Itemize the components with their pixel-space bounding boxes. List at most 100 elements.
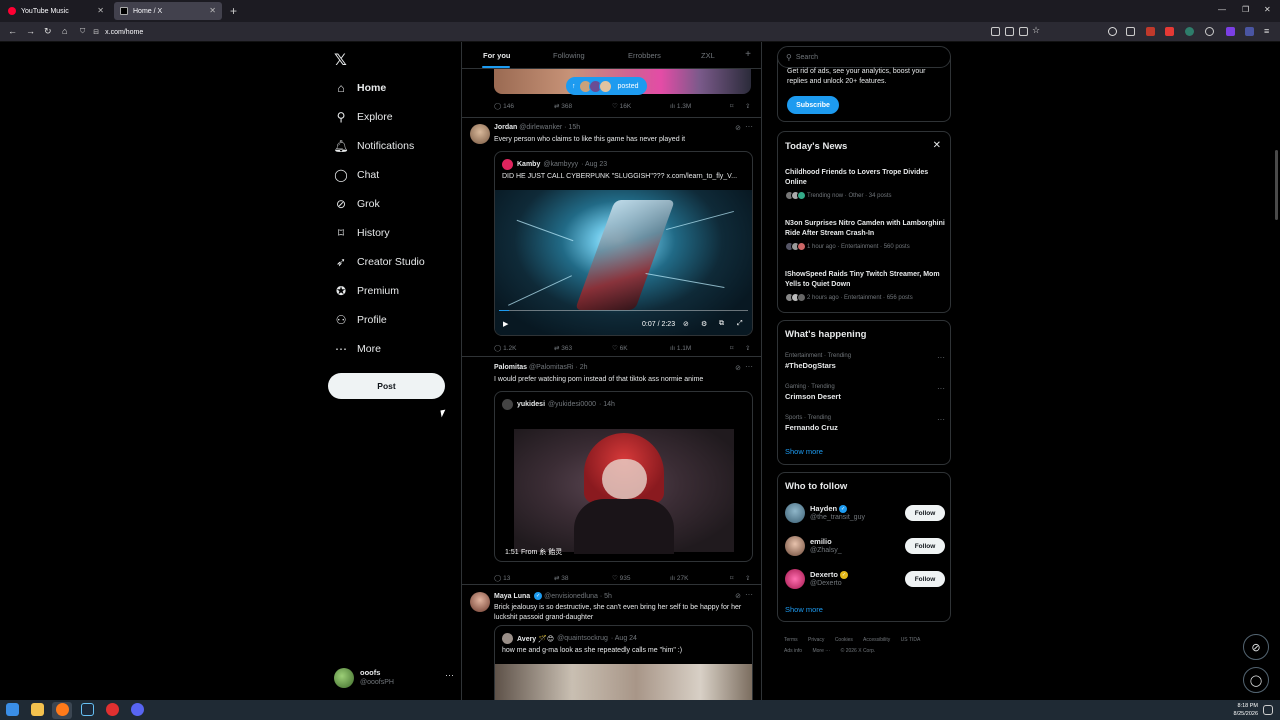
footer-link[interactable]: Ads info	[784, 648, 802, 654]
new-posts-pill[interactable]: ↑ posted	[566, 77, 647, 95]
discord-icon[interactable]	[131, 703, 144, 716]
tab-for-you[interactable]: For you	[483, 51, 511, 60]
browser-home-icon[interactable]: ⌂	[62, 26, 67, 36]
tweet-time[interactable]: · 15h	[564, 124, 580, 131]
grok-fab-icon[interactable]: ⊘	[1243, 634, 1269, 660]
tab-youtube-music[interactable]: YouTube Music ✕	[2, 2, 110, 20]
file-explorer-icon[interactable]	[31, 703, 44, 716]
quoted-tweet[interactable]: yukidesi @yukidesi0000 · 14h 1:51 From 糸…	[494, 391, 753, 562]
avatar[interactable]	[785, 503, 805, 523]
show-more-link[interactable]: Show more	[785, 447, 823, 456]
tab-following[interactable]: Following	[553, 51, 585, 60]
repost-button[interactable]: ⇄ 363	[554, 344, 572, 352]
quote-image[interactable]	[495, 664, 752, 700]
author-name[interactable]: Maya Luna	[494, 593, 530, 600]
nav-more[interactable]: ⋯ More	[334, 339, 381, 359]
extensions-icon[interactable]	[1126, 27, 1135, 36]
x-logo-icon[interactable]: 𝕏	[334, 50, 347, 70]
tab-errobbers[interactable]: Errobbers	[628, 51, 661, 60]
reply-button[interactable]: ◯ 1.2K	[494, 344, 516, 352]
news-item[interactable]: IShowSpeed Raids Tiny Twitch Streamer, M…	[785, 270, 945, 302]
footer-link[interactable]: US TIDA	[901, 637, 921, 643]
post-button[interactable]: Post	[328, 373, 445, 399]
firefox-icon[interactable]	[56, 703, 69, 716]
share-icon[interactable]: ⇪	[745, 344, 750, 352]
avatar[interactable]	[785, 569, 805, 589]
quoted-tweet[interactable]: Kamby @kambyyy · Aug 23 DID HE JUST CALL…	[494, 151, 753, 336]
nav-notifications[interactable]: 🔔︎ Notifications	[333, 136, 414, 156]
menu-icon[interactable]: ≡	[1264, 26, 1269, 36]
reload-icon[interactable]: ↻	[44, 26, 52, 37]
reader-view-icon[interactable]	[991, 27, 1000, 36]
follow-button[interactable]: Follow	[905, 571, 945, 587]
repost-button[interactable]: ⇄ 368	[554, 102, 572, 110]
translate-icon[interactable]	[1019, 27, 1028, 36]
extension-green-icon[interactable]	[1185, 27, 1194, 36]
video-player[interactable]	[514, 429, 734, 554]
avatar[interactable]	[785, 536, 805, 556]
trend-item[interactable]: Entertainment · Trending #TheDogStars ··…	[785, 353, 945, 370]
share-icon[interactable]: ⇪	[745, 102, 750, 110]
nav-profile[interactable]: ⚇ Profile	[334, 310, 387, 330]
nav-chat[interactable]: ◯ Chat	[334, 165, 379, 185]
author-handle[interactable]: @PalomitasRi	[529, 364, 573, 371]
tab-home-x[interactable]: Home / X ✕	[114, 2, 222, 20]
tweet[interactable]: Maya Luna ✓ @envisionedluna · 5h ⊘ ··· B…	[462, 588, 761, 700]
close-tab-icon[interactable]: ✕	[97, 6, 104, 15]
url-bar[interactable]: ⛉ ⊟ x.com/home	[78, 24, 1058, 40]
new-tab-button[interactable]: +	[230, 4, 237, 18]
more-dots-icon[interactable]: ···	[745, 590, 753, 599]
steam-icon[interactable]	[81, 703, 94, 716]
subscribe-button[interactable]: Subscribe	[787, 96, 839, 114]
fullscreen-icon[interactable]: ⤢	[737, 320, 743, 328]
tweet-time[interactable]: · 5h	[600, 593, 612, 600]
follow-suggestion[interactable]: Hayden ✓ @the_transit_guy Follow	[785, 502, 945, 526]
avatar[interactable]	[470, 124, 490, 144]
system-clock[interactable]: 8:18 PM 8/25/2026	[1234, 702, 1258, 718]
trend-item[interactable]: Gaming · Trending Crimson Desert ···	[785, 384, 945, 401]
footer-link[interactable]: Cookies	[835, 637, 853, 643]
restore-icon[interactable]: ❐	[1242, 5, 1249, 14]
more-dots-icon[interactable]: ···	[937, 353, 945, 362]
footer-link[interactable]: Terms	[784, 637, 798, 643]
grok-icon[interactable]: ⊘	[735, 124, 741, 132]
scrollbar[interactable]	[1275, 150, 1278, 220]
more-dots-icon[interactable]: ···	[937, 415, 945, 424]
like-button[interactable]: ♡ 16K	[612, 102, 631, 110]
more-dots-icon[interactable]: ···	[745, 122, 753, 131]
more-dots-icon[interactable]: ···	[937, 384, 945, 393]
repost-button[interactable]: ⇄ 38	[554, 574, 569, 582]
extension-blue-icon[interactable]	[1245, 27, 1254, 36]
share-icon[interactable]: ⇪	[745, 574, 750, 582]
bookmark-icon[interactable]: ⌑	[730, 344, 733, 352]
video-player[interactable]	[495, 190, 752, 335]
grok-icon[interactable]: ⊘	[735, 364, 741, 372]
reply-button[interactable]: ◯ 13	[494, 574, 510, 582]
nav-premium[interactable]: ✪ Premium	[334, 281, 399, 301]
trend-item[interactable]: Sports · Trending Fernando Cruz ···	[785, 415, 945, 432]
notification-bell-icon[interactable]	[1263, 705, 1273, 715]
pip-icon[interactable]: ⧉	[719, 320, 724, 328]
like-button[interactable]: ♡ 6K	[612, 344, 628, 352]
follow-button[interactable]: Follow	[905, 538, 945, 554]
nav-history[interactable]: ⌑ History	[334, 223, 390, 243]
footer-link[interactable]: Accessibility	[863, 637, 890, 643]
nav-grok[interactable]: ⊘ Grok	[334, 194, 380, 214]
bookmark-icon[interactable]: ⌑	[730, 102, 733, 110]
news-item[interactable]: Childhood Friends to Lovers Trope Divide…	[785, 168, 945, 200]
tweet[interactable]: Palomitas @PalomitasRi · 2h ⊘ ··· I woul…	[462, 360, 761, 586]
close-window-icon[interactable]: ✕	[1264, 5, 1271, 14]
views-button[interactable]: ılı 1.3M	[670, 103, 691, 110]
nav-creator-studio[interactable]: ➶ Creator Studio	[334, 252, 425, 272]
like-button[interactable]: ♡ 935	[612, 574, 631, 582]
account-switcher[interactable]: ooofs @ooofsPH ···	[334, 666, 458, 690]
grok-icon[interactable]: ⊘	[735, 592, 741, 600]
add-tab-icon[interactable]: +	[745, 49, 751, 60]
avatar[interactable]	[470, 592, 490, 612]
extension-red-icon[interactable]	[1165, 27, 1174, 36]
bookmark-star-icon[interactable]: ☆	[1032, 25, 1040, 36]
author-handle[interactable]: @dirlewanker	[519, 124, 562, 131]
close-tab-icon[interactable]: ✕	[209, 6, 216, 15]
more-dots-icon[interactable]: ···	[745, 362, 753, 371]
author-name[interactable]: Palomitas	[494, 364, 527, 371]
